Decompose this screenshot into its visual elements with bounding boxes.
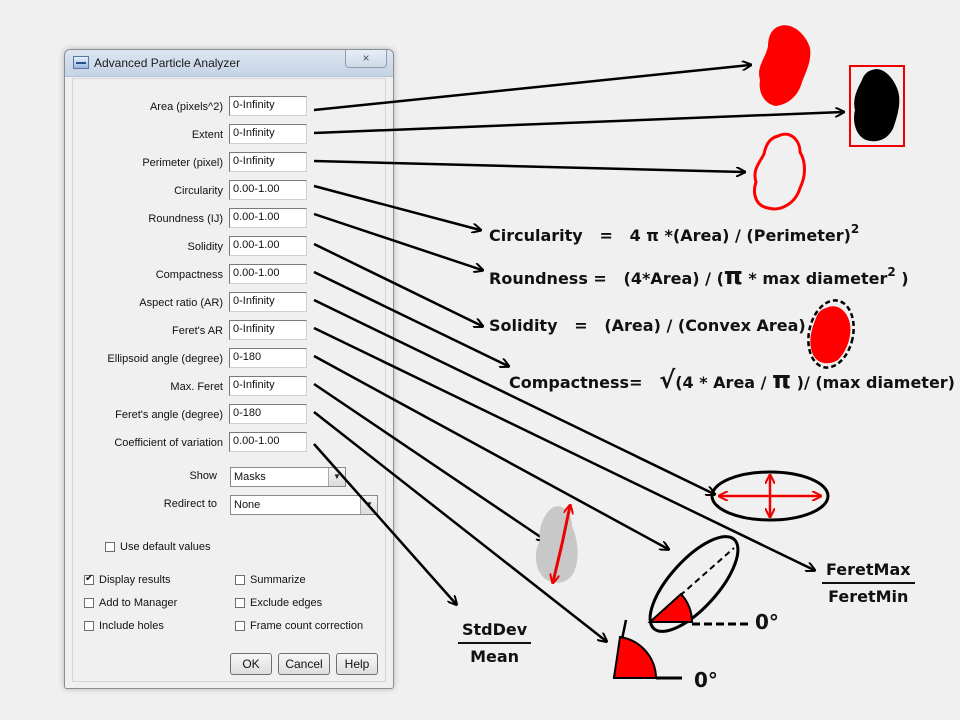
solidity-formula: Solidity = (Area) / (Convex Area) xyxy=(489,316,806,335)
arrow-extent xyxy=(313,112,843,135)
roundness-part2: * max diameter xyxy=(742,269,888,288)
circularity-formula: Circularity = 4 π *(Area) / (Perimeter)2 xyxy=(489,222,859,245)
zero-degree-label-2: 0° xyxy=(694,668,718,692)
mean-denominator: Mean xyxy=(470,647,520,666)
sqrt-symbol: √ xyxy=(659,366,676,394)
arrow-roundness xyxy=(313,212,482,270)
feretmin-denominator: FeretMin xyxy=(828,587,909,606)
roundness-part1: (4*Area) / ( xyxy=(623,269,724,288)
solidity-expression: (Area) / (Convex Area) xyxy=(604,316,806,335)
circularity-term: Circularity xyxy=(489,226,583,245)
solidity-equals: = xyxy=(574,316,588,335)
zero-degree-label-1: 0° xyxy=(755,610,779,634)
compactness-formula: Compactness= √(4 * Area / π )/ (max diam… xyxy=(509,366,955,394)
area-red-blob xyxy=(759,25,811,106)
compactness-part1: (4 * Area / xyxy=(675,373,773,392)
solidity-term: Solidity xyxy=(489,316,558,335)
arrow-area xyxy=(313,65,750,112)
roundness-term: Roundness = xyxy=(489,269,607,288)
perimeter-outline-blob xyxy=(753,132,806,211)
stddev-mean-fraction: StdDev Mean xyxy=(458,620,532,666)
ferets-angle-wedge xyxy=(612,635,658,679)
circularity-equals: = xyxy=(599,226,613,245)
roundness-close: ) xyxy=(895,269,909,288)
roundness-formula: Roundness = (4*Area) / (π * max diameter… xyxy=(489,262,909,290)
arrow-compactness xyxy=(313,270,508,366)
compactness-part2: )/ (max diameter) xyxy=(791,373,955,392)
circularity-expression: 4 π *(Area) / (Perimeter) xyxy=(629,226,851,245)
circularity-exponent: 2 xyxy=(850,222,860,236)
arrow-perimeter xyxy=(313,159,744,172)
extent-black-blob xyxy=(854,69,900,142)
pi-symbol: π xyxy=(723,262,743,290)
feret-ratio-fraction: FeretMax FeretMin xyxy=(822,560,915,606)
pi-symbol: π xyxy=(772,366,792,394)
stddev-numerator: StdDev xyxy=(458,620,532,644)
compactness-term: Compactness= xyxy=(509,373,643,392)
roundness-exponent: 2 xyxy=(887,265,896,279)
feretmax-numerator: FeretMax xyxy=(822,560,915,584)
annotation-graphics xyxy=(313,25,905,680)
